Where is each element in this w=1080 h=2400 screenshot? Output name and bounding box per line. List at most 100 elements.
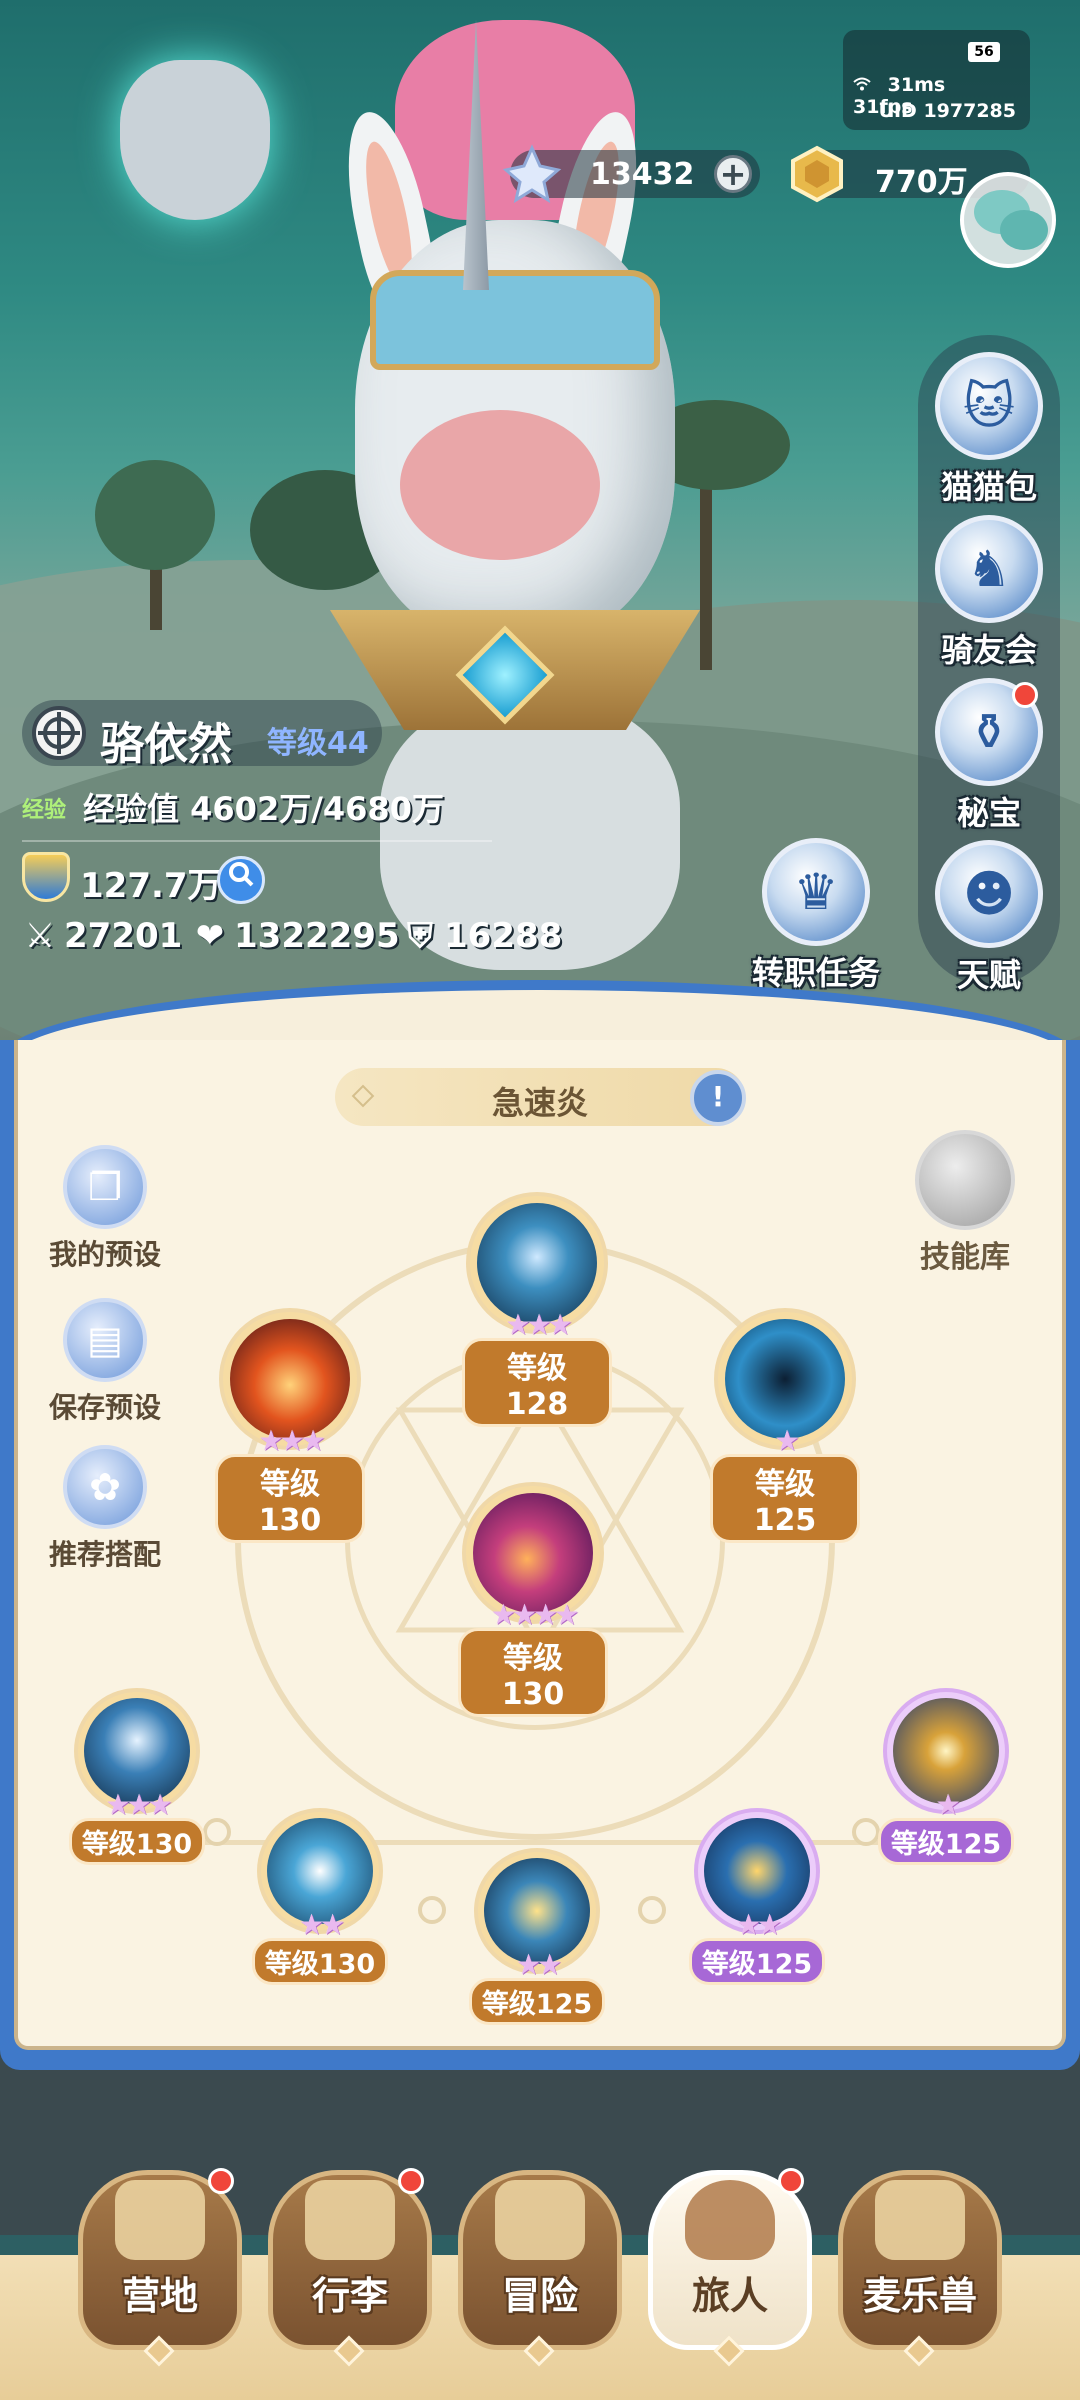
nav-label: 旅人 (691, 2274, 768, 2318)
ping-value: 31ms (887, 74, 946, 96)
skill-slot-upper-left[interactable]: ★★★ 等级130 (215, 1312, 365, 1543)
skill-level: 等级130 (251, 1938, 389, 1985)
nav-melebeast[interactable]: 麦乐兽 (838, 2170, 1002, 2370)
nav-adventure[interactable]: 冒险 (458, 2170, 622, 2370)
wifi-icon (853, 74, 878, 96)
skill-slot-top[interactable]: ★★★ 等级128 (462, 1196, 612, 1427)
skill-stars: ★★ (298, 1908, 345, 1941)
skill-icon (477, 1203, 597, 1323)
side-item-talent[interactable]: ☻ 天赋 (924, 840, 1054, 996)
notification-dot (1012, 682, 1038, 708)
skill-slot-center[interactable]: ★★★★ 等级130 (458, 1486, 608, 1717)
recommend-icon: ✿ (63, 1445, 147, 1529)
search-button[interactable] (217, 856, 265, 904)
skill-stars: ★★ (515, 1948, 562, 1981)
skill-stars: ★★★ (258, 1424, 325, 1457)
hp-stat: ❤ 1322295 (192, 916, 400, 956)
nav-traveler[interactable]: 旅人 (648, 2168, 812, 2370)
exp-tag: 经验 (22, 798, 67, 823)
gold-coin-icon (791, 145, 843, 203)
skill-level: 等级130 (458, 1628, 608, 1717)
skill-library-icon (915, 1130, 1015, 1230)
skill-slot-bottom-4[interactable]: ★★ 等级125 (682, 1812, 832, 1985)
defense-stat: ⛨ 16288 (402, 916, 562, 956)
skill-slot-upper-right[interactable]: ★ 等级125 (710, 1312, 860, 1543)
skill-title-bar: 急速炎 (335, 1068, 745, 1126)
battery-indicator: 56 (968, 42, 1000, 62)
skill-icon (473, 1493, 593, 1613)
nav-camp[interactable]: 营地 (78, 2168, 242, 2370)
notification-dot (208, 2168, 234, 2194)
player-name-box[interactable]: 骆依然 等级44 (22, 700, 382, 770)
save-icon: ▤ (63, 1298, 147, 1382)
skill-icon (230, 1319, 350, 1439)
skill-slot-bottom-5[interactable]: ★ 等级125 (871, 1692, 1021, 1865)
skill-library-button[interactable]: 技能库 (890, 1130, 1040, 1276)
skill-level: 等级125 (710, 1454, 860, 1543)
nav-label: 营地 (121, 2274, 198, 2318)
crown-icon: ♛ (762, 838, 870, 946)
nav-luggage[interactable]: 行李 (268, 2168, 432, 2370)
add-gems-button[interactable]: + (714, 155, 752, 193)
divider (22, 840, 492, 842)
skill-stars: ★ (774, 1424, 799, 1457)
skill-level: 等级128 (462, 1338, 612, 1427)
save-preset-label: 保存预设 (48, 1391, 161, 1424)
heart-icon: ❤ (195, 916, 225, 956)
skill-stars: ★★★ (505, 1308, 572, 1341)
save-preset-button[interactable]: ▤ 保存预设 (30, 1298, 180, 1426)
cat-bag-icon: 🐱 (935, 352, 1043, 460)
skill-icon (725, 1319, 845, 1439)
side-item-label: 猫猫包 (940, 468, 1037, 506)
side-item-label: 秘宝 (956, 794, 1021, 832)
gem-value: 13432 (590, 157, 695, 192)
mount-nose (400, 410, 600, 560)
skill-level: 等级125 (877, 1818, 1015, 1865)
nav-label: 行李 (311, 2274, 388, 2318)
recommended-build-button[interactable]: ✿ 推荐搭配 (30, 1445, 180, 1573)
search-icon (229, 862, 254, 887)
palm-trunk (700, 470, 712, 670)
traveler-avatar-icon (685, 2180, 775, 2260)
skill-slot-bottom-1[interactable]: ★★★ 等级130 (62, 1692, 212, 1865)
nav-label: 麦乐兽 (862, 2274, 977, 2318)
notification-dot (398, 2168, 424, 2194)
nav-label: 冒险 (501, 2274, 578, 2318)
brain-head-icon: ☻ (935, 840, 1043, 948)
skill-stars: ★ (935, 1788, 960, 1821)
job-change-quest-button[interactable]: ♛ 转职任务 (736, 838, 896, 994)
skill-slot-bottom-2[interactable]: ★★ 等级130 (245, 1812, 395, 1985)
chat-icon-bubble (1000, 210, 1048, 250)
hp-value: 1322295 (234, 916, 400, 956)
skill-set-title: 急速炎 (491, 1084, 588, 1122)
chest-icon (305, 2180, 395, 2260)
chat-button[interactable] (960, 172, 1056, 268)
skill-info-button[interactable]: ! (690, 1070, 746, 1126)
attack-value: 27201 (64, 916, 183, 956)
my-presets-label: 我的预设 (48, 1238, 161, 1271)
user-id: UID 1977285 (878, 100, 1016, 122)
side-item-cat-bag[interactable]: 🐱 猫猫包 (924, 352, 1054, 508)
side-item-riders-club[interactable]: ♞ 骑友会 (924, 515, 1054, 671)
defense-value: 16288 (444, 916, 563, 956)
side-item-label: 骑友会 (940, 631, 1037, 669)
player-emblem-icon (32, 706, 86, 760)
player-name: 骆依然 (100, 719, 232, 770)
side-item-treasure[interactable]: ⚱ 秘宝 (924, 678, 1054, 834)
skill-stars: ★★★★ (490, 1598, 579, 1631)
gem-currency: 13432 + (502, 144, 760, 204)
connector-node (418, 1896, 446, 1924)
connector-node (638, 1896, 666, 1924)
castle-icon (115, 2180, 205, 2260)
my-presets-button[interactable]: ❐ 我的预设 (30, 1145, 180, 1273)
crossed-swords-icon: ⚔ (24, 916, 56, 956)
pet-companion (120, 60, 270, 220)
attack-stat: ⚔ 27201 (22, 916, 183, 956)
skill-slot-bottom-3[interactable]: ★★ 等级125 (462, 1852, 612, 2025)
tree (95, 460, 215, 570)
skill-level: 等级125 (468, 1978, 606, 2025)
skill-library-label: 技能库 (920, 1240, 1010, 1275)
recommended-build-label: 推荐搭配 (48, 1538, 161, 1571)
network-status: 56 31ms 31fps UID 1977285 (843, 30, 1030, 130)
shield-icon: ⛨ (407, 916, 433, 956)
